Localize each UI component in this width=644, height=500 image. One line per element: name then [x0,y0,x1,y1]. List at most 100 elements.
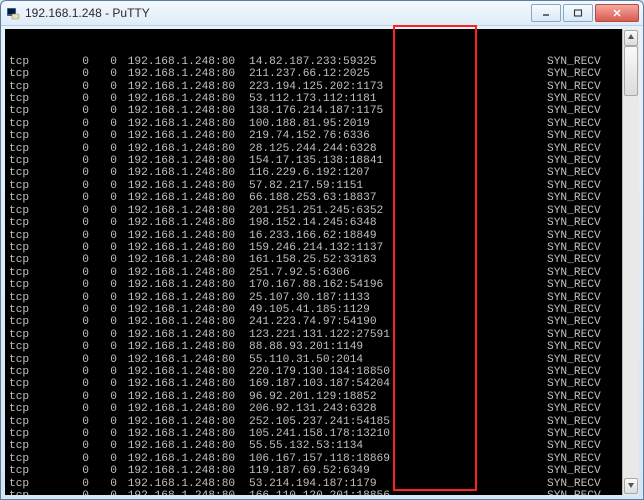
scroll-down-button[interactable] [624,478,638,494]
cell-remote: 201.251.251.245:6352 [249,205,547,217]
cell-local: 192.168.1.248:80 [121,105,249,117]
cell-remote: 241.223.74.97:54190 [249,316,547,328]
cell-local: 192.168.1.248:80 [121,465,249,477]
cell-local: 192.168.1.248:80 [121,490,249,495]
cell-recvq: 0 [45,242,97,254]
titlebar[interactable]: 192.168.1.248 - PuTTY [1,1,643,26]
putty-window: 192.168.1.248 - PuTTY tcp00 192.168.1.24… [0,0,644,500]
cell-local: 192.168.1.248:80 [121,366,249,378]
cell-recvq: 0 [45,192,97,204]
cell-proto: tcp [9,316,45,328]
cell-remote: 66.188.253.63:18837 [249,192,547,204]
cell-proto: tcp [9,304,45,316]
cell-recvq: 0 [45,254,97,266]
cell-local: 192.168.1.248:80 [121,192,249,204]
cell-remote: 166.110.120.201:18856 [249,490,547,495]
cell-sendq: 0 [97,403,121,415]
cell-remote: 206.92.131.243:6328 [249,403,547,415]
table-row: tcp00 192.168.1.248:80223.194.125.202:11… [9,81,621,93]
cell-recvq: 0 [45,403,97,415]
cell-state: SYN_RECV [547,378,621,390]
table-row: tcp00 192.168.1.248:80119.187.69.52:6349… [9,465,621,477]
cell-local: 192.168.1.248:80 [121,478,249,490]
cell-remote: 154.17.135.138:18841 [249,155,547,167]
cell-proto: tcp [9,465,45,477]
table-row: tcp00 192.168.1.248:80154.17.135.138:188… [9,155,621,167]
cell-recvq: 0 [45,478,97,490]
maximize-button[interactable] [563,4,593,22]
cell-recvq: 0 [45,180,97,192]
scroll-thumb[interactable] [624,46,638,96]
cell-recvq: 0 [45,118,97,130]
cell-state: SYN_RECV [547,230,621,242]
cell-sendq: 0 [97,341,121,353]
table-row: tcp00 192.168.1.248:80241.223.74.97:5419… [9,316,621,328]
cell-sendq: 0 [97,354,121,366]
cell-remote: 106.167.157.118:18869 [249,453,547,465]
cell-remote: 123.221.131.122:27591 [249,329,547,341]
cell-sendq: 0 [97,242,121,254]
cell-state: SYN_RECV [547,118,621,130]
cell-sendq: 0 [97,478,121,490]
cell-recvq: 0 [45,155,97,167]
cell-sendq: 0 [97,292,121,304]
cell-recvq: 0 [45,56,97,68]
cell-sendq: 0 [97,378,121,390]
cell-local: 192.168.1.248:80 [121,56,249,68]
cell-sendq: 0 [97,180,121,192]
cell-recvq: 0 [45,205,97,217]
scroll-up-button[interactable] [624,30,638,46]
cell-local: 192.168.1.248:80 [121,391,249,403]
cell-sendq: 0 [97,192,121,204]
cell-recvq: 0 [45,341,97,353]
window-title: 192.168.1.248 - PuTTY [25,6,529,20]
cell-local: 192.168.1.248:80 [121,403,249,415]
cell-proto: tcp [9,292,45,304]
cell-state: SYN_RECV [547,341,621,353]
minimize-button[interactable] [531,4,561,22]
cell-sendq: 0 [97,366,121,378]
terminal[interactable]: tcp00 192.168.1.248:8014.82.187.233:5932… [5,29,639,495]
cell-proto: tcp [9,180,45,192]
cell-recvq: 0 [45,391,97,403]
table-row: tcp00 192.168.1.248:80116.229.6.192:1207… [9,167,621,179]
cell-recvq: 0 [45,416,97,428]
cell-recvq: 0 [45,217,97,229]
cell-sendq: 0 [97,391,121,403]
cell-remote: 170.167.88.162:54196 [249,279,547,291]
cell-sendq: 0 [97,105,121,117]
close-button[interactable] [595,4,639,22]
cell-remote: 159.246.214.132:1137 [249,242,547,254]
cell-proto: tcp [9,453,45,465]
cell-local: 192.168.1.248:80 [121,143,249,155]
cell-state: SYN_RECV [547,490,621,495]
table-row: tcp00 192.168.1.248:8014.82.187.233:5932… [9,56,621,68]
cell-recvq: 0 [45,279,97,291]
cell-recvq: 0 [45,230,97,242]
cell-recvq: 0 [45,329,97,341]
cell-proto: tcp [9,391,45,403]
table-row: tcp00 192.168.1.248:80159.246.214.132:11… [9,242,621,254]
cell-remote: 251.7.92.5:6306 [249,267,547,279]
cell-recvq: 0 [45,68,97,80]
cell-state: SYN_RECV [547,440,621,452]
cell-proto: tcp [9,354,45,366]
cell-remote: 28.125.244.244:6328 [249,143,547,155]
cell-state: SYN_RECV [547,167,621,179]
cell-sendq: 0 [97,490,121,495]
table-row: tcp00 192.168.1.248:80166.110.120.201:18… [9,490,621,495]
cell-local: 192.168.1.248:80 [121,254,249,266]
scrollbar[interactable] [622,29,639,495]
cell-local: 192.168.1.248:80 [121,279,249,291]
cell-recvq: 0 [45,105,97,117]
cell-local: 192.168.1.248:80 [121,118,249,130]
cell-local: 192.168.1.248:80 [121,167,249,179]
cell-sendq: 0 [97,279,121,291]
cell-proto: tcp [9,403,45,415]
cell-sendq: 0 [97,167,121,179]
cell-state: SYN_RECV [547,180,621,192]
cell-proto: tcp [9,130,45,142]
cell-local: 192.168.1.248:80 [121,81,249,93]
cell-recvq: 0 [45,292,97,304]
cell-local: 192.168.1.248:80 [121,68,249,80]
